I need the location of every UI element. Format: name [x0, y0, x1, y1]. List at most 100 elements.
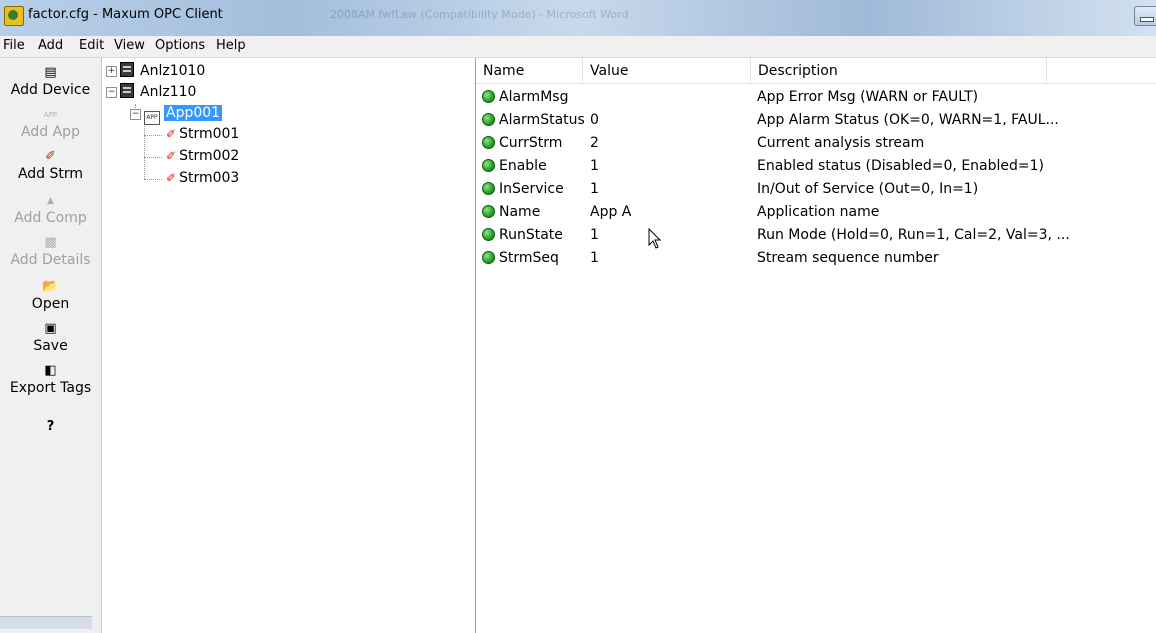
stream-icon: ✐ [166, 127, 176, 141]
table-row[interactable]: CurrStrm 2 Current analysis stream [476, 133, 1156, 155]
row-description: Stream sequence number [757, 250, 939, 266]
table-row[interactable]: AlarmMsg App Error Msg (WARN or FAULT) [476, 87, 1156, 109]
row-name: Enable [499, 158, 547, 174]
tree-item-app001[interactable]: APP App001 [144, 105, 223, 125]
window-title: factor.cfg - Maxum OPC Client [28, 7, 223, 22]
tree-item-anlz110[interactable]: Anlz110 [120, 83, 196, 103]
table-row[interactable]: Enable 1 Enabled status (Disabled=0, Ena… [476, 156, 1156, 178]
collapse-icon[interactable]: − [106, 87, 117, 98]
device-icon [120, 62, 134, 77]
mouse-pointer-icon [648, 228, 662, 249]
stream-icon: ✐ [166, 149, 176, 163]
export-icon: ◧ [44, 363, 57, 378]
row-value: App A [590, 204, 632, 220]
export-tags-label: Export Tags [9, 380, 92, 396]
add-app-label: Add App [21, 124, 80, 140]
row-value: 1 [590, 181, 599, 197]
menu-edit[interactable]: Edit [79, 38, 104, 53]
table-row[interactable]: RunState 1 Run Mode (Hold=0, Run=1, Cal=… [476, 225, 1156, 247]
status-ok-icon [482, 113, 495, 126]
add-app-button[interactable]: APP Add App [0, 106, 101, 140]
tree-item-strm001[interactable]: ✐ Strm001 [166, 126, 239, 146]
menu-options[interactable]: Options [155, 38, 205, 53]
column-header-name[interactable]: Name [476, 58, 583, 83]
help-button[interactable]: ? [0, 418, 101, 436]
add-comp-button[interactable]: ▲ Add Comp [0, 192, 101, 226]
row-value: 1 [590, 158, 599, 174]
add-details-button[interactable]: ▩ Add Details [0, 234, 101, 268]
tree-item-label: Strm003 [179, 170, 240, 186]
title-bar: factor.cfg - Maxum OPC Client 2008AM fwf… [0, 0, 1156, 36]
add-strm-label: Add Strm [17, 166, 84, 182]
device-icon [120, 83, 134, 98]
row-value: 2 [590, 135, 599, 151]
row-value: 0 [590, 112, 599, 128]
tree-item-label: Anlz110 [140, 84, 197, 100]
table-row[interactable]: StrmSeq 1 Stream sequence number [476, 248, 1156, 270]
tree-connector [144, 135, 162, 136]
add-device-button[interactable]: ▤ Add Device [0, 64, 101, 98]
column-header-value[interactable]: Value [583, 58, 751, 83]
row-name: RunState [499, 227, 563, 243]
table-row[interactable]: InService 1 In/Out of Service (Out=0, In… [476, 179, 1156, 201]
table-row[interactable]: AlarmStatus 0 App Alarm Status (OK=0, WA… [476, 110, 1156, 132]
open-label: Open [31, 296, 70, 312]
tree-item-label: App001 [164, 105, 223, 121]
export-tags-button[interactable]: ◧ Export Tags [0, 362, 101, 396]
row-description: Enabled status (Disabled=0, Enabled=1) [757, 158, 1044, 174]
app-icon: APP [43, 111, 58, 119]
expand-icon[interactable]: + [106, 66, 117, 77]
toolbar: ▤ Add Device APP Add App ✐ Add Strm ▲ Ad… [0, 58, 102, 633]
details-icon: ▩ [44, 235, 57, 250]
table-row[interactable]: Name App A Application name [476, 202, 1156, 224]
tree-item-strm003[interactable]: ✐ Strm003 [166, 170, 239, 190]
add-comp-label: Add Comp [14, 210, 87, 226]
status-ok-icon [482, 182, 495, 195]
menu-add[interactable]: Add [38, 38, 63, 53]
app-icon: APP [144, 111, 160, 125]
background-window-title: 2008AM fwfLaw (Compatibility Mode) - Mic… [330, 8, 629, 21]
toolbar-scroll-bar [0, 616, 92, 629]
row-description: In/Out of Service (Out=0, In=1) [757, 181, 979, 197]
menu-file[interactable]: File [3, 38, 25, 53]
row-name: StrmSeq [499, 250, 559, 266]
status-ok-icon [482, 228, 495, 241]
row-description: Application name [757, 204, 880, 220]
device-icon: ▤ [44, 65, 57, 80]
stream-icon: ✐ [166, 171, 176, 185]
floppy-disk-icon: ▣ [44, 321, 57, 336]
column-header-description[interactable]: Description [751, 58, 1047, 83]
row-name: InService [499, 181, 564, 197]
open-button[interactable]: 📂 Open [0, 278, 101, 312]
help-icon: ? [46, 419, 55, 434]
save-label: Save [33, 338, 68, 354]
row-description: Run Mode (Hold=0, Run=1, Cal=2, Val=3, .… [757, 227, 1070, 243]
tree-connector [144, 124, 145, 179]
status-ok-icon [482, 205, 495, 218]
tree-connector [144, 157, 162, 158]
menu-help[interactable]: Help [216, 38, 246, 53]
status-ok-icon [482, 136, 495, 149]
save-button[interactable]: ▣ Save [0, 320, 101, 354]
row-name: CurrStrm [499, 135, 563, 151]
status-ok-icon [482, 90, 495, 103]
stream-icon: ✐ [45, 149, 56, 164]
tree-item-strm002[interactable]: ✐ Strm002 [166, 148, 239, 168]
row-description: App Error Msg (WARN or FAULT) [757, 89, 979, 105]
status-ok-icon [482, 159, 495, 172]
folder-open-icon: 📂 [42, 279, 59, 294]
app-logo-icon [4, 6, 24, 26]
component-icon: ▲ [47, 196, 54, 206]
collapse-icon[interactable]: − [130, 109, 141, 120]
tree-item-anlz1010[interactable]: Anlz1010 [120, 62, 205, 82]
add-strm-button[interactable]: ✐ Add Strm [0, 148, 101, 182]
properties-list: Name Value Description AlarmMsg App Erro… [476, 58, 1156, 633]
status-ok-icon [482, 251, 495, 264]
tree-item-label: Strm002 [179, 148, 240, 164]
list-header: Name Value Description [476, 58, 1156, 84]
row-name: Name [499, 204, 541, 220]
minimize-button[interactable] [1134, 6, 1156, 26]
menu-view[interactable]: View [114, 38, 145, 53]
row-value: 1 [590, 250, 599, 266]
device-tree: + Anlz1010 − Anlz110 − APP App001 ✐ Strm00… [102, 58, 476, 633]
